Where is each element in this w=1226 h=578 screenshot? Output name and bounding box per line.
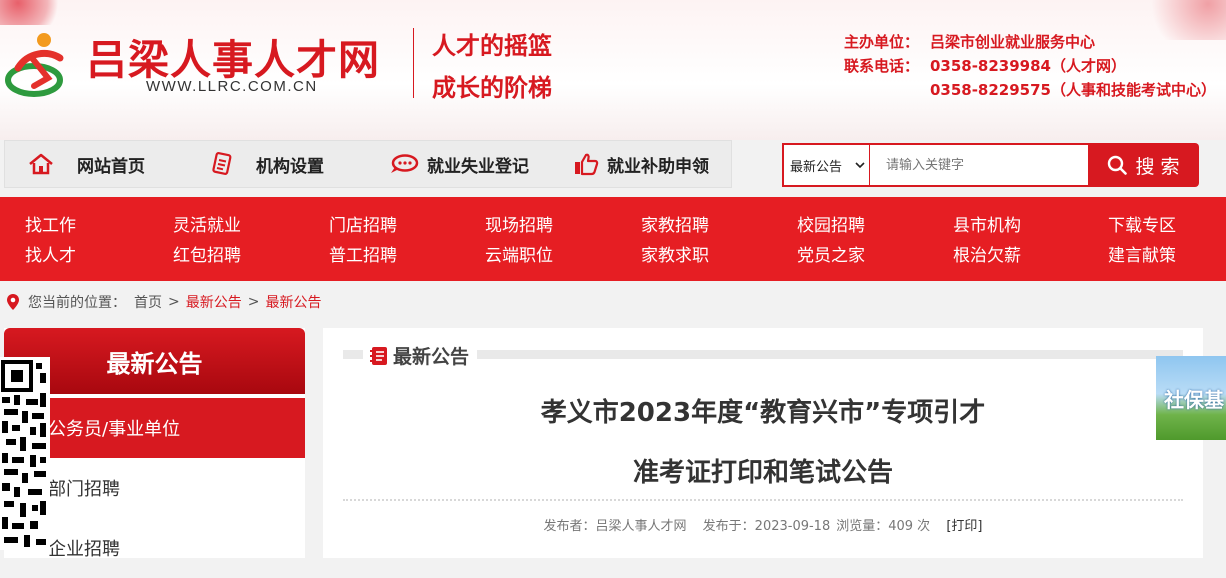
category-link[interactable]: 普工招聘 [329, 241, 397, 266]
main-content: 最新公告 孝义市2023年度“教育兴市”专项引才 准考证打印和笔试公告 发布者：… [323, 328, 1203, 558]
print-link[interactable]: [打印] [946, 519, 982, 534]
category-link[interactable]: 家教求职 [641, 241, 709, 266]
slogan-line-1: 人才的摇篮 [432, 31, 552, 60]
search-input[interactable] [870, 143, 1088, 187]
search-category-value: 最新公告 [790, 159, 843, 175]
category-link[interactable]: 下载专区 [1108, 211, 1176, 236]
category-link[interactable]: 家教招聘 [641, 211, 709, 236]
category-link[interactable]: 党员之家 [797, 241, 865, 266]
breadcrumb-home[interactable]: 首页 [134, 292, 162, 312]
site-logo-icon[interactable] [4, 28, 76, 100]
search-button-label: 搜 索 [1135, 155, 1180, 178]
site-header: 吕梁人事人才网 WWW.LLRC.COM.CN 人才的摇篮 成长的阶梯 主办单位… [0, 0, 1226, 140]
category-link[interactable]: 灵活就业 [173, 211, 241, 236]
breadcrumb-separator: > [247, 294, 260, 310]
chat-bubble-icon [391, 154, 419, 173]
category-link[interactable]: 门店招聘 [329, 211, 397, 236]
home-icon [29, 153, 53, 175]
site-title[interactable]: 吕梁人事人才网 [86, 26, 380, 86]
sponsor-value: 吕梁市创业就业服务中心 [929, 33, 1095, 51]
category-link[interactable]: 云端职位 [485, 241, 553, 266]
category-link[interactable]: 现场招聘 [485, 211, 553, 236]
article-meta: 发布者：吕梁人事人才网 发布于：2023-09-18 浏览量：409 次 [打印] [323, 515, 1203, 534]
header-divider [413, 28, 414, 98]
chevron-down-icon [855, 162, 865, 169]
article-published-date: 发布于：2023-09-18 [702, 519, 831, 534]
slogan-line-2: 成长的阶梯 [432, 73, 552, 102]
floating-ad-text: 社保基 [1164, 388, 1224, 412]
search-icon [1108, 155, 1128, 175]
nav-home[interactable]: 网站首页 [27, 140, 145, 188]
section-title-label: 最新公告 [393, 346, 470, 368]
article-views: 浏览量：409 次 [836, 519, 931, 534]
search-bar: 最新公告 搜 索 [782, 143, 1199, 187]
category-link[interactable]: 找人才 [25, 241, 76, 266]
category-link[interactable]: 找工作 [25, 211, 76, 236]
nav-employment-registration[interactable]: 就业失业登记 [389, 140, 529, 188]
top-nav: 网站首页 机构设置 就业失业登记 就业补助申领 [4, 140, 732, 188]
nav-org-structure[interactable]: 机构设置 [210, 140, 324, 188]
phone-value-1: 0358-8239984（人才网） [929, 57, 1126, 75]
thumbs-up-icon [575, 153, 599, 176]
category-link[interactable]: 红包招聘 [173, 241, 241, 266]
breadcrumb: 您当前的位置： 首页 > 最新公告 > 最新公告 [6, 292, 321, 312]
category-link[interactable]: 根治欠薪 [953, 241, 1021, 266]
location-pin-icon [7, 294, 19, 310]
section-title: 最新公告 [363, 342, 478, 369]
nav-home-label: 网站首页 [77, 156, 145, 177]
breadcrumb-prefix: 您当前的位置： [28, 295, 126, 311]
floating-ad-banner[interactable]: 社保基 [1156, 356, 1226, 440]
category-link[interactable]: 县市机构 [953, 211, 1021, 236]
article-publisher: 发布者：吕梁人事人才网 [543, 519, 687, 534]
breadcrumb-level-2[interactable]: 最新公告 [265, 292, 321, 312]
phone-label: 联系电话： [843, 57, 919, 75]
nav-org-label: 机构设置 [256, 156, 324, 177]
phone-row-1: 联系电话： 0358-8239984（人才网） [844, 54, 1216, 78]
search-button[interactable]: 搜 索 [1088, 143, 1199, 187]
phone-value-2: 0358-8229575（人事和技能考试中心） [929, 81, 1216, 99]
contact-info: 主办单位： 吕梁市创业就业服务中心 联系电话： 0358-8239984（人才网） … [844, 30, 1216, 102]
article-title-line-1: 孝义市2023年度“教育兴市”专项引才 [540, 398, 986, 428]
nav-registration-label: 就业失业登记 [427, 156, 529, 177]
nav-subsidy-application[interactable]: 就业补助申领 [573, 140, 709, 188]
category-link[interactable]: 建言献策 [1108, 241, 1176, 266]
phone-row-2: 0358-8229575（人事和技能考试中心） [844, 78, 1216, 102]
site-url: WWW.LLRC.COM.CN [146, 78, 318, 95]
sponsor-label: 主办单位： [843, 33, 919, 51]
qr-code-icon [0, 357, 50, 550]
article-title-line-2: 准考证打印和笔试公告 [632, 458, 893, 488]
category-link[interactable]: 校园招聘 [797, 211, 865, 236]
notebook-icon [370, 346, 387, 365]
document-icon [212, 152, 232, 175]
title-divider [343, 499, 1183, 501]
breadcrumb-separator: > [168, 294, 180, 310]
category-bar: 找工作 灵活就业 门店招聘 现场招聘 家教招聘 校园招聘 县市机构 下载专区 找… [0, 197, 1226, 281]
breadcrumb-level-1[interactable]: 最新公告 [186, 292, 242, 312]
sponsor-row: 主办单位： 吕梁市创业就业服务中心 [844, 30, 1216, 54]
nav-subsidy-label: 就业补助申领 [607, 156, 709, 177]
search-category-select[interactable]: 最新公告 [782, 143, 870, 187]
